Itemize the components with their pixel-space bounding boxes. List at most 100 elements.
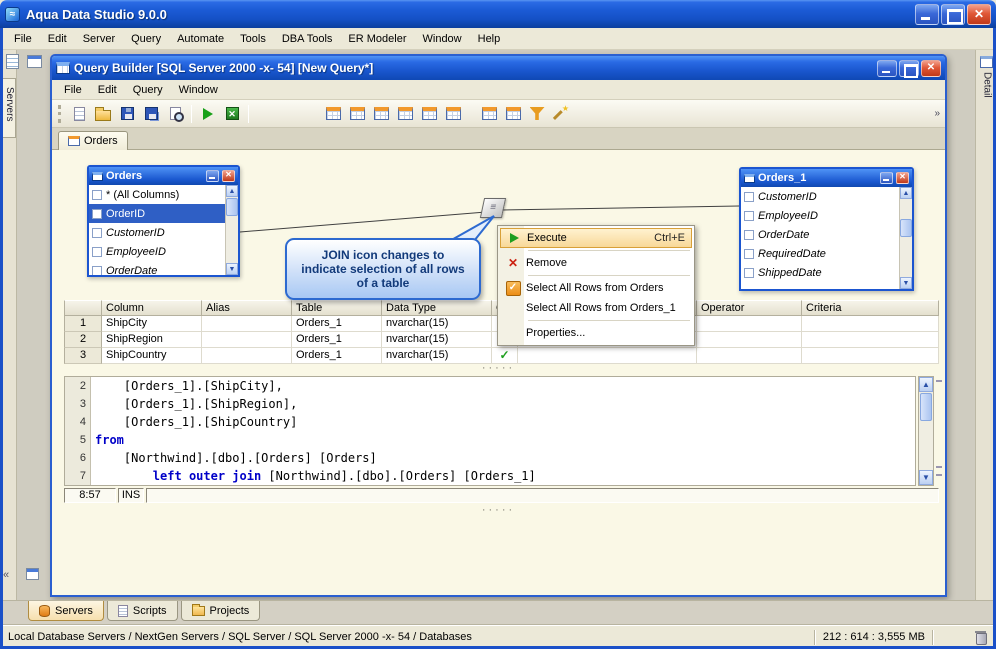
qb-menu-edit[interactable]: Edit — [90, 81, 125, 99]
bottom-tab-servers[interactable]: Servers — [28, 601, 104, 621]
toggle-columns-icon[interactable] — [322, 103, 344, 125]
qb-minimize-button[interactable] — [877, 59, 897, 77]
qb-close-button[interactable] — [921, 59, 941, 77]
cell-extra[interactable] — [518, 348, 697, 364]
scroll-up-icon[interactable] — [900, 187, 912, 199]
cell-output[interactable]: ✓ — [492, 348, 518, 364]
toolbar-overflow-icon[interactable] — [934, 108, 945, 119]
column-checkbox[interactable] — [744, 229, 754, 240]
menu-window[interactable]: Window — [415, 30, 470, 48]
context-item-select-all-rows-from-orders[interactable]: Select All Rows from Orders — [500, 278, 692, 298]
cell-column[interactable]: ShipRegion — [102, 332, 202, 348]
bottom-tab-projects[interactable]: Projects — [180, 601, 261, 621]
orders1-item-shippeddate[interactable]: ShippedDate — [741, 263, 899, 282]
menu-server[interactable]: Server — [75, 30, 123, 48]
editor-scrollbar[interactable] — [918, 376, 934, 486]
column-checkbox[interactable] — [92, 246, 102, 257]
cell-criteria[interactable] — [802, 348, 939, 364]
menu-dba-tools[interactable]: DBA Tools — [274, 30, 341, 48]
detail-dock-tab[interactable]: Detail — [980, 72, 993, 134]
orders-item-all-columns[interactable]: * (All Columns) — [89, 185, 225, 204]
execute-icon[interactable] — [197, 103, 219, 125]
orders-scrollbar[interactable] — [225, 185, 238, 275]
context-item-select-all-rows-from-orders-1[interactable]: Select All Rows from Orders_1 — [500, 298, 692, 318]
maximize-button[interactable] — [941, 3, 965, 25]
qb-menu-query[interactable]: Query — [125, 81, 171, 99]
collapse-dock-icon[interactable] — [3, 569, 9, 581]
format-sql-icon[interactable] — [550, 103, 572, 125]
save-icon[interactable] — [116, 103, 138, 125]
toggle-joins-icon[interactable] — [370, 103, 392, 125]
scroll-up-icon[interactable] — [226, 185, 238, 197]
grid-header-col-0[interactable] — [64, 300, 102, 316]
cell-column[interactable]: ShipCity — [102, 316, 202, 332]
filter-icon[interactable] — [526, 103, 548, 125]
minimize-button[interactable] — [915, 3, 939, 25]
orders1-item-orderdate[interactable]: OrderDate — [741, 225, 899, 244]
code-text[interactable]: [Orders_1].[ShipCountry] — [91, 413, 297, 431]
cell-operator[interactable] — [697, 316, 802, 332]
orders1-titlebar[interactable]: Orders_1 — [741, 169, 912, 187]
scroll-down-icon[interactable] — [919, 470, 933, 485]
cell-datatype[interactable]: nvarchar(15) — [382, 332, 492, 348]
save-all-icon[interactable] — [140, 103, 162, 125]
column-checkbox[interactable] — [92, 189, 102, 200]
cell-alias[interactable] — [202, 316, 292, 332]
column-checkbox[interactable] — [92, 208, 102, 219]
column-checkbox[interactable] — [744, 210, 754, 221]
orders1-item-employeeid[interactable]: EmployeeID — [741, 206, 899, 225]
splitter-handle-2[interactable] — [52, 506, 945, 516]
code-text[interactable]: left outer join [Northwind].[dbo].[Order… — [91, 467, 536, 485]
menu-help[interactable]: Help — [470, 30, 509, 48]
column-checkbox[interactable] — [744, 267, 754, 278]
orders1-item-customerid[interactable]: CustomerID — [741, 187, 899, 206]
context-item-remove[interactable]: Remove — [500, 253, 692, 273]
close-button[interactable] — [967, 3, 991, 25]
cell-alias[interactable] — [202, 332, 292, 348]
orders-item-employeeid[interactable]: EmployeeID — [89, 242, 225, 261]
show-sql-icon[interactable] — [478, 103, 500, 125]
cell-criteria[interactable] — [802, 332, 939, 348]
cell-criteria[interactable] — [802, 316, 939, 332]
qb-menu-window[interactable]: Window — [171, 81, 226, 99]
grid-header-data-type[interactable]: Data Type — [382, 300, 492, 316]
grid-header-column[interactable]: Column — [102, 300, 202, 316]
scroll-up-icon[interactable] — [919, 377, 933, 392]
cell-table[interactable]: Orders_1 — [292, 332, 382, 348]
detail-panel-icon[interactable] — [979, 56, 993, 68]
column-checkbox[interactable] — [92, 265, 102, 275]
scroll-thumb[interactable] — [920, 393, 932, 421]
grid-header-alias[interactable]: Alias — [202, 300, 292, 316]
trash-icon[interactable] — [975, 631, 987, 645]
menu-edit[interactable]: Edit — [40, 30, 75, 48]
tab-orders[interactable]: Orders — [58, 131, 128, 150]
qb-maximize-button[interactable] — [899, 59, 919, 78]
orders-close-button[interactable] — [222, 170, 235, 182]
bottom-tab-scripts[interactable]: Scripts — [106, 601, 178, 621]
cell-column[interactable]: ShipCountry — [102, 348, 202, 364]
document-panel-icon[interactable] — [6, 54, 19, 69]
toggle-orderby-icon[interactable] — [442, 103, 464, 125]
stop-icon[interactable] — [221, 103, 243, 125]
cell-datatype[interactable]: nvarchar(15) — [382, 348, 492, 364]
qb-menu-file[interactable]: File — [56, 81, 90, 99]
toggle-groupby-icon[interactable] — [418, 103, 440, 125]
code-text[interactable]: from — [91, 431, 124, 449]
code-text[interactable]: [Northwind].[dbo].[Orders] [Orders] — [91, 449, 377, 467]
scroll-down-icon[interactable] — [226, 263, 238, 275]
context-item-properties[interactable]: Properties... — [500, 323, 692, 343]
code-text[interactable]: [Orders_1].[ShipRegion], — [91, 395, 297, 413]
cell-table[interactable]: Orders_1 — [292, 348, 382, 364]
code-text[interactable]: [Orders_1].[ShipCity], — [91, 377, 283, 395]
menu-tools[interactable]: Tools — [232, 30, 274, 48]
orders1-minimize-button[interactable] — [880, 172, 893, 184]
grid-header-table[interactable]: Table — [292, 300, 382, 316]
show-results-icon[interactable] — [502, 103, 524, 125]
orders-item-orderid[interactable]: OrderID — [89, 204, 225, 223]
orders1-scrollbar[interactable] — [899, 187, 912, 289]
servers-dock-tab[interactable]: Servers — [1, 78, 16, 138]
orders-item-orderdate[interactable]: OrderDate — [89, 261, 225, 275]
cell-datatype[interactable]: nvarchar(15) — [382, 316, 492, 332]
context-item-execute[interactable]: Execute Ctrl+E — [500, 228, 692, 248]
cell-operator[interactable] — [697, 348, 802, 364]
